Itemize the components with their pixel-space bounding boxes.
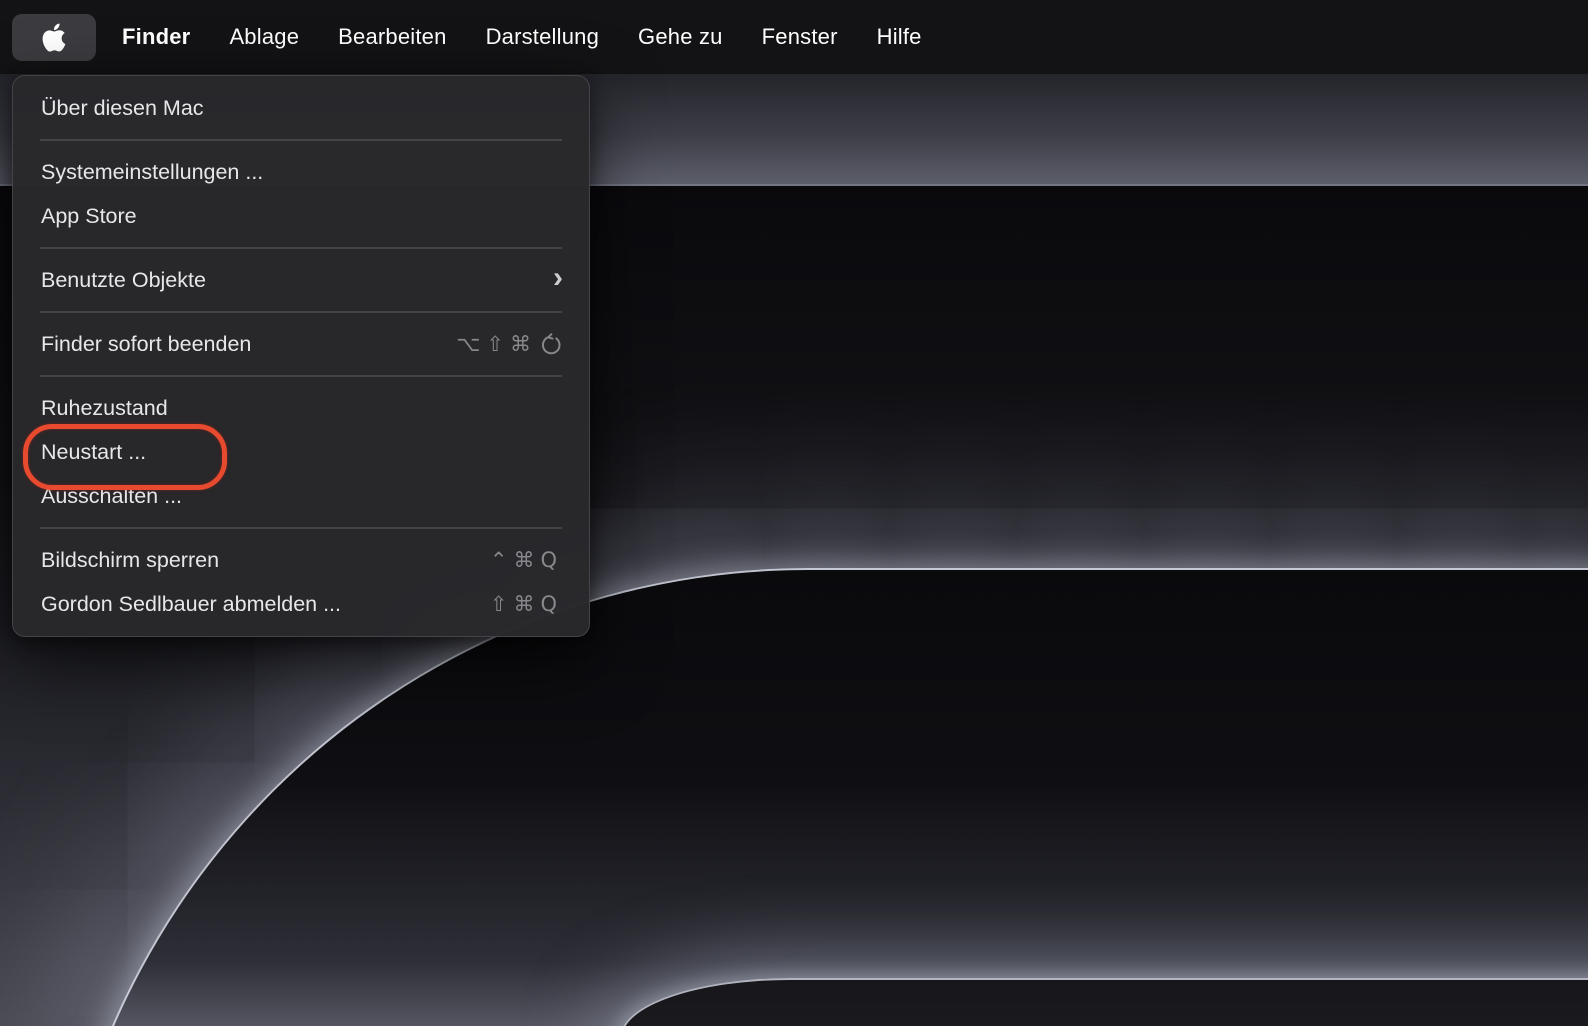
menu-item-bildschirm-sperren[interactable]: Bildschirm sperren ⌃⌘Q <box>13 538 589 582</box>
menu-item-abmelden[interactable]: Gordon Sedlbauer abmelden ... ⇧⌘Q <box>13 582 589 626</box>
menubar-item-gehe-zu[interactable]: Gehe zu <box>638 24 723 50</box>
menu-item-shortcut: ⌥⇧⌘ <box>456 332 563 356</box>
menu-item-benutzte-objekte[interactable]: Benutzte Objekte › <box>13 258 589 302</box>
chevron-right-icon: › <box>553 261 563 294</box>
menu-item-label: Systemeinstellungen ... <box>41 159 264 184</box>
menubar-item-finder[interactable]: Finder <box>122 24 190 50</box>
shortcut-keys: ⇧⌘Q <box>489 592 563 616</box>
menu-item-label: Benutzte Objekte <box>41 267 206 292</box>
apple-menu-button[interactable] <box>12 13 96 61</box>
wallpaper-inner-curve <box>620 978 1588 1026</box>
menubar-item-ablage[interactable]: Ablage <box>229 24 299 50</box>
menu-separator <box>40 527 562 529</box>
menu-item-finder-sofort-beenden[interactable]: Finder sofort beenden ⌥⇧⌘ <box>13 322 589 366</box>
menu-bar: Finder Ablage Bearbeiten Darstellung Geh… <box>0 0 1588 74</box>
menu-item-ausschalten[interactable]: Ausschalten ... <box>13 474 589 518</box>
menu-item-label: Über diesen Mac <box>41 95 204 120</box>
menu-item-label: Finder sofort beenden <box>41 331 252 356</box>
shortcut-keys: ⌥⇧⌘ <box>456 332 537 356</box>
menu-separator <box>40 375 562 377</box>
escape-key-icon <box>542 333 561 355</box>
menu-item-label: Neustart ... <box>41 439 147 464</box>
menu-item-app-store[interactable]: App Store <box>13 194 589 238</box>
menubar-item-fenster[interactable]: Fenster <box>762 24 838 50</box>
shortcut-keys: ⌃⌘Q <box>489 548 563 572</box>
menu-item-label: Ruhezustand <box>41 395 168 420</box>
menubar-item-hilfe[interactable]: Hilfe <box>877 24 922 50</box>
menu-item-label: Ausschalten ... <box>41 483 183 508</box>
menu-item-shortcut: ⇧⌘Q <box>490 592 563 616</box>
menu-item-label: Gordon Sedlbauer abmelden ... <box>41 591 342 616</box>
menu-item-neustart[interactable]: Neustart ... <box>13 430 589 474</box>
menubar-item-darstellung[interactable]: Darstellung <box>486 24 599 50</box>
menubar-items: Finder Ablage Bearbeiten Darstellung Geh… <box>122 24 922 50</box>
menu-item-ruhezustand[interactable]: Ruhezustand <box>13 386 589 430</box>
apple-menu-panel: Über diesen Mac Systemeinstellungen ... … <box>12 75 590 637</box>
menu-separator <box>40 139 562 141</box>
menu-separator <box>40 311 562 313</box>
menu-item-systemeinstellungen[interactable]: Systemeinstellungen ... <box>13 150 589 194</box>
menu-item-shortcut: ⌃⌘Q <box>490 548 563 572</box>
menu-item-label: Bildschirm sperren <box>41 547 220 572</box>
menu-separator <box>40 247 562 249</box>
menu-item-ueber-diesen-mac[interactable]: Über diesen Mac <box>13 86 589 130</box>
apple-logo-icon <box>42 23 66 51</box>
menu-item-label: App Store <box>41 203 137 228</box>
menubar-item-bearbeiten[interactable]: Bearbeiten <box>338 24 446 50</box>
